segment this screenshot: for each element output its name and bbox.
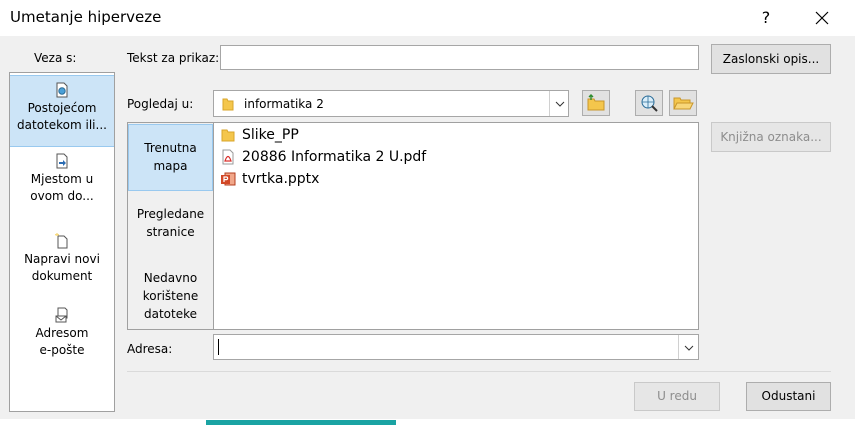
screentip-button[interactable]: Zaslonski opis... <box>711 44 831 74</box>
link-to-panel: Postojećom datotekom ili... Mjestom u ov… <box>9 72 115 412</box>
link-existing-label-1: Postojećom <box>27 101 97 115</box>
display-text-label: Tekst za prikaz: <box>127 51 220 65</box>
tab-recent-label-2: korištene <box>142 289 199 303</box>
link-create-new-document[interactable]: Napravi novi dokument <box>10 231 114 311</box>
look-in-dropdown-button[interactable] <box>549 91 569 116</box>
file-name: Slike_PP <box>242 127 299 143</box>
close-icon <box>815 11 829 25</box>
link-existing-label-2: datotekom ili... <box>17 118 107 132</box>
tab-current-folder[interactable]: Trenutna mapa <box>128 124 213 191</box>
look-in-select[interactable]: informatika 2 <box>213 90 569 117</box>
chevron-down-icon <box>684 345 693 351</box>
address-label: Adresa: <box>127 342 173 356</box>
tab-recent-files[interactable]: Nedavno korištene datoteke <box>128 269 213 323</box>
file-name: 20886 Informatika 2 U.pdf <box>242 149 427 165</box>
close-button[interactable] <box>802 4 842 32</box>
place-in-document-icon <box>56 153 68 169</box>
look-in-value: informatika 2 <box>244 97 324 111</box>
look-in-label: Pogledaj u: <box>127 97 194 111</box>
view-tabs-panel: Trenutna mapa Pregledane stranice Nedavn… <box>127 122 213 330</box>
open-folder-icon <box>673 97 694 110</box>
tab-recent-label-3: datoteke <box>143 307 197 321</box>
chevron-down-icon <box>555 101 564 107</box>
link-to-label: Veza s: <box>34 51 77 65</box>
window-title: Umetanje hiperveze <box>10 8 162 26</box>
up-one-folder-button[interactable] <box>582 90 610 116</box>
link-place-in-document[interactable]: Mjestom u ovom do... <box>10 151 114 231</box>
link-place-label-2: ovom do... <box>30 189 94 203</box>
folder-icon <box>221 129 235 142</box>
existing-file-web-icon <box>56 82 68 98</box>
tab-current-label-1: Trenutna <box>144 141 197 155</box>
text-caret <box>218 339 219 355</box>
divider <box>127 371 831 372</box>
tab-browsed-label-2: stranice <box>146 225 195 239</box>
file-name: tvrtka.pptx <box>242 171 320 187</box>
powerpoint-file-icon <box>221 172 236 186</box>
taskbar-accent <box>206 420 396 425</box>
tab-browsed-pages[interactable]: Pregledane stranice <box>128 205 213 245</box>
new-document-icon <box>55 233 68 249</box>
browse-web-icon <box>641 95 658 112</box>
tab-browsed-label-1: Pregledane <box>136 207 205 221</box>
link-email-label-2: e-pošte <box>39 343 85 357</box>
folder-icon <box>222 98 234 111</box>
bottom-edge <box>0 419 855 425</box>
help-button[interactable]: ? <box>748 4 784 32</box>
address-dropdown-button[interactable] <box>678 335 698 359</box>
email-address-icon <box>55 307 68 323</box>
address-input[interactable] <box>213 334 699 360</box>
up-folder-icon <box>587 94 605 111</box>
display-text-input[interactable] <box>220 45 699 70</box>
browse-file-button[interactable] <box>669 90 697 116</box>
link-email-label-1: Adresom <box>35 326 89 340</box>
pdf-file-icon <box>222 149 234 165</box>
cancel-button[interactable]: Odustani <box>746 382 831 411</box>
link-place-label-1: Mjestom u <box>30 172 94 186</box>
browse-web-button[interactable] <box>635 90 663 116</box>
link-email-address[interactable]: Adresom e-pošte <box>10 305 114 385</box>
tab-current-label-2: mapa <box>153 159 188 173</box>
file-list[interactable]: Slike_PP 20886 Informatika 2 U.pdf tvrtk… <box>213 122 699 330</box>
ok-button[interactable]: U redu <box>634 382 720 411</box>
tab-recent-label-1: Nedavno <box>143 271 198 285</box>
link-new-label-1: Napravi novi <box>24 252 100 266</box>
link-new-label-2: dokument <box>31 269 93 283</box>
link-existing-file[interactable]: Postojećom datotekom ili... <box>10 75 114 147</box>
bookmark-button[interactable]: Knjižna oznaka... <box>711 122 831 152</box>
